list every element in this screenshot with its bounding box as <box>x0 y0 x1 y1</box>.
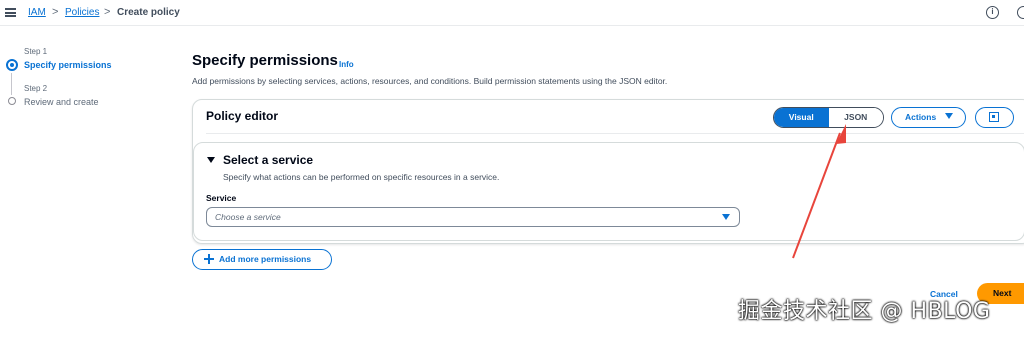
fullscreen-icon <box>989 112 999 122</box>
step-1-title[interactable]: Specify permissions <box>24 60 112 70</box>
breadcrumb-current: Create policy <box>117 7 180 18</box>
step-2-title: Review and create <box>24 97 99 107</box>
breadcrumb-policies[interactable]: Policies <box>65 7 99 18</box>
settings-icon[interactable] <box>1017 6 1024 19</box>
select-service-description: Specify what actions can be performed on… <box>223 172 500 182</box>
json-mode-button[interactable]: JSON <box>828 108 883 127</box>
caret-down-icon <box>945 113 953 119</box>
visual-mode-button[interactable]: Visual <box>774 108 829 127</box>
plus-icon <box>204 254 214 264</box>
step-1-label: Step 1 <box>24 47 48 56</box>
watermark-text: 掘金技术社区 @ HBLOG <box>738 299 991 324</box>
breadcrumb-separator-icon: > <box>104 6 111 18</box>
add-more-permissions-label: Add more permissions <box>219 254 312 264</box>
breadcrumb-iam[interactable]: IAM <box>28 7 46 18</box>
info-link[interactable]: Info <box>339 60 354 69</box>
step-active-icon <box>6 59 18 71</box>
top-navigation-bar: IAM > Policies > Create policy i <box>0 0 1024 26</box>
menu-icon[interactable] <box>5 8 16 17</box>
actions-dropdown-button[interactable]: Actions <box>891 107 966 128</box>
actions-label: Actions <box>905 112 937 122</box>
page-title: Specify permissions <box>192 52 338 69</box>
page-description: Add permissions by selecting services, a… <box>192 76 668 86</box>
service-select-placeholder: Choose a service <box>215 212 281 222</box>
step-inactive-icon <box>8 97 16 105</box>
service-select[interactable] <box>206 207 740 227</box>
select-service-title[interactable]: Select a service <box>223 153 313 167</box>
policy-editor-title: Policy editor <box>206 109 279 123</box>
breadcrumb-separator-icon: > <box>52 6 59 18</box>
info-icon[interactable]: i <box>986 6 999 19</box>
step-2-label: Step 2 <box>24 84 48 93</box>
fullscreen-button[interactable] <box>975 107 1014 128</box>
collapse-triangle-icon[interactable] <box>207 157 215 163</box>
caret-down-icon <box>722 214 730 220</box>
service-field-label: Service <box>206 193 237 203</box>
divider <box>206 133 1024 134</box>
step-connector <box>11 73 12 95</box>
editor-mode-toggle: Visual JSON <box>773 107 884 128</box>
